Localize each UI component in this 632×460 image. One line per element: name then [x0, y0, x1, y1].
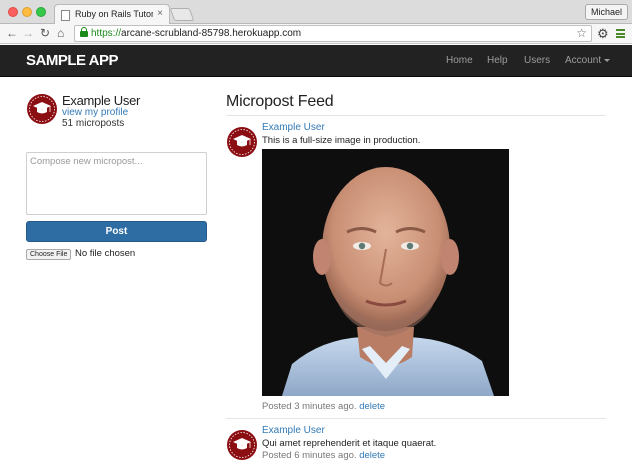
extension-icon[interactable]: ⚙: [597, 26, 609, 42]
page-favicon-icon: [61, 10, 70, 21]
back-icon[interactable]: ←: [6, 26, 18, 40]
browser-tab-strip: Ruby on Rails Tutorial Sam × Michael: [0, 0, 632, 25]
post-timestamp: Posted 6 minutes ago. delete: [262, 450, 386, 460]
delete-post-link[interactable]: delete: [359, 450, 385, 460]
minimize-window-button[interactable]: [22, 7, 32, 17]
reload-icon[interactable]: ↻: [40, 26, 50, 40]
bookmark-star-icon[interactable]: ☆: [576, 26, 587, 40]
delete-post-link[interactable]: delete: [359, 401, 385, 412]
choose-file-button[interactable]: Choose File: [26, 249, 72, 260]
nav-home-link[interactable]: Home: [446, 55, 473, 66]
home-icon[interactable]: ⌂: [57, 26, 64, 40]
caret-down-icon: [604, 58, 611, 62]
user-name: Example User: [62, 93, 141, 108]
post-image: [262, 149, 509, 396]
divider: [226, 115, 606, 116]
post-gravatar-icon[interactable]: [227, 127, 257, 157]
user-gravatar-icon[interactable]: [27, 94, 57, 124]
menu-icon[interactable]: [616, 29, 625, 38]
nav-users-link[interactable]: Users: [524, 55, 550, 66]
post-content: This is a full-size image in production.: [262, 135, 421, 146]
divider: [226, 418, 606, 419]
new-tab-button[interactable]: [169, 8, 195, 21]
address-bar[interactable]: https://arcane-scrubland-85798.herokuapp…: [74, 25, 592, 42]
tab-close-icon[interactable]: ×: [157, 8, 163, 19]
view-profile-link[interactable]: view my profile: [62, 107, 128, 118]
site-header: SAMPLE APP Home Help Users Account: [0, 45, 632, 77]
tab-title: Ruby on Rails Tutorial Sam: [75, 9, 153, 19]
post-gravatar-icon[interactable]: [227, 430, 257, 460]
post-button[interactable]: Post: [26, 221, 207, 242]
post-user-link[interactable]: Example User: [262, 425, 325, 436]
browser-profile-button[interactable]: Michael: [584, 4, 628, 20]
zoom-window-button[interactable]: [36, 7, 46, 17]
post-timestamp: Posted 3 minutes ago. delete: [262, 401, 386, 412]
lock-icon: [80, 27, 88, 37]
browser-tab[interactable]: Ruby on Rails Tutorial Sam ×: [54, 4, 170, 25]
nav-help-link[interactable]: Help: [487, 55, 508, 66]
nav-account-dropdown[interactable]: Account: [565, 55, 611, 66]
post-content: Qui amet reprehenderit et itaque quaerat…: [262, 438, 437, 449]
url-text: https://arcane-scrubland-85798.herokuapp…: [91, 28, 302, 39]
browser-toolbar: ← → ↻ ⌂ https://arcane-scrubland-85798.h…: [0, 24, 632, 44]
forward-icon[interactable]: →: [22, 26, 34, 40]
post-user-link[interactable]: Example User: [262, 122, 325, 133]
file-status: No file chosen: [75, 248, 136, 259]
micropost-count: 51 microposts: [62, 118, 125, 129]
close-window-button[interactable]: [8, 7, 18, 17]
portrait-photo-icon: [262, 149, 509, 396]
site-logo[interactable]: SAMPLE APP: [26, 52, 118, 69]
compose-micropost-input[interactable]: [26, 152, 207, 215]
account-label: Account: [565, 55, 602, 66]
feed-title: Micropost Feed: [226, 93, 334, 110]
